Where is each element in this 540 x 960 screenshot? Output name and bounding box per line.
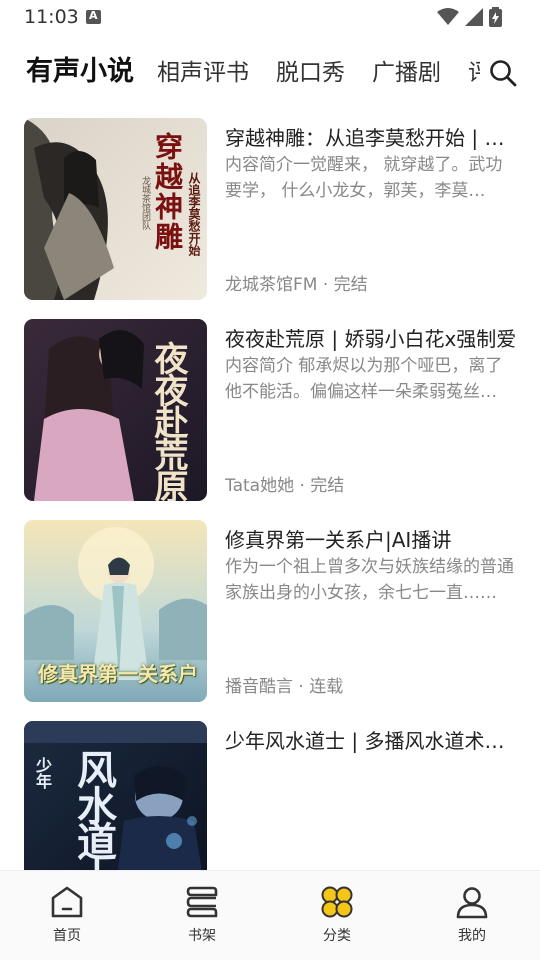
bookshelf-icon bbox=[186, 886, 218, 918]
book-description: 作为一个祖上曾多次与妖族结缘的普通家族出身的小女孩，余七七一直…… bbox=[225, 557, 514, 603]
book-cover[interactable]: 修真界第一关系户 bbox=[24, 520, 207, 702]
status-bar: 11:03 bbox=[0, 0, 540, 34]
list-item[interactable]: 修真界第一关系户 修真界第一关系户|AI播讲 作为一个祖上曾多次与妖族结缘的普通… bbox=[0, 520, 540, 704]
tab-crosstalk[interactable]: 相声评书 bbox=[157, 53, 249, 93]
battery-icon bbox=[489, 7, 502, 27]
book-meta: 龙城茶馆FM · 完结 bbox=[225, 275, 368, 295]
nav-profile[interactable]: 我的 bbox=[427, 885, 517, 949]
book-description: 内容简介一觉醒来， 就穿越了。武功要学， 什么小龙女，郭芙，李莫愁…… bbox=[225, 155, 503, 201]
notification-icon bbox=[86, 9, 101, 24]
cover-subtitle: 从追李莫愁开始 bbox=[187, 172, 201, 256]
search-icon[interactable] bbox=[488, 58, 518, 88]
profile-icon bbox=[456, 887, 488, 919]
cover-side-text: 龙城茶馆团队 bbox=[140, 176, 150, 230]
nav-bookshelf-label: 书架 bbox=[188, 928, 216, 944]
category-icon bbox=[321, 886, 353, 918]
category-tabs: 有声小说 相声评书 脱口秀 广播剧 评 bbox=[0, 52, 540, 96]
book-meta: 播音酷言 · 连载 bbox=[225, 677, 344, 697]
book-title[interactable]: 穿越神雕：从追李莫愁开始 | 龙城茶馆团队 bbox=[225, 122, 517, 151]
nav-home-label: 首页 bbox=[53, 928, 81, 944]
status-icons bbox=[437, 7, 502, 27]
book-cover[interactable]: 夜夜赴荒原 bbox=[24, 319, 207, 501]
home-icon bbox=[51, 886, 83, 918]
book-description: 内容简介 郁承烬以为那个哑巴，离了他不能活。偏偏这样一朵柔弱菟丝花…… bbox=[225, 356, 503, 402]
book-title[interactable]: 夜夜赴荒原 | 娇弱小白花x强制爱 bbox=[225, 323, 517, 352]
list-item[interactable]: 风水道士 少年 少年风水道士 | 多播风水道术小说 bbox=[0, 721, 540, 870]
tab-talk-show[interactable]: 脱口秀 bbox=[276, 53, 345, 93]
tab-audio-novel[interactable]: 有声小说 bbox=[26, 52, 134, 92]
book-meta: Tata她她 · 完结 bbox=[225, 476, 345, 496]
nav-profile-label: 我的 bbox=[458, 928, 486, 944]
wifi-icon bbox=[437, 8, 459, 25]
cover-side-text: 少年 bbox=[33, 757, 52, 789]
book-list: 穿越神雕 从追李莫愁开始 龙城茶馆团队 穿越神雕：从追李莫愁开始 | 龙城茶馆团… bbox=[0, 118, 540, 870]
nav-bookshelf[interactable]: 书架 bbox=[157, 885, 247, 949]
signal-icon bbox=[465, 8, 483, 26]
cover-title: 夜夜赴荒原 bbox=[148, 341, 188, 501]
cover-title: 风水道士 bbox=[70, 749, 117, 870]
nav-category[interactable]: 分类 bbox=[292, 885, 382, 949]
book-description bbox=[225, 755, 517, 807]
nav-home[interactable]: 首页 bbox=[22, 885, 112, 949]
list-item[interactable]: 夜夜赴荒原 夜夜赴荒原 | 娇弱小白花x强制爱 内容简介 郁承烬以为那个哑巴，离… bbox=[0, 319, 540, 503]
book-cover[interactable]: 风水道士 少年 bbox=[24, 721, 207, 870]
nav-category-label: 分类 bbox=[323, 928, 351, 944]
book-cover[interactable]: 穿越神雕 从追李莫愁开始 龙城茶馆团队 bbox=[24, 118, 207, 300]
book-title[interactable]: 少年风水道士 | 多播风水道术小说 bbox=[225, 725, 517, 754]
bottom-nav: 首页 书架 分类 我的 bbox=[0, 870, 540, 960]
tab-partial[interactable]: 评 bbox=[468, 53, 480, 93]
cover-title: 穿越神雕 bbox=[151, 132, 184, 252]
cover-title: 修真界第一关系户 bbox=[38, 662, 198, 686]
status-time: 11:03 bbox=[24, 6, 79, 28]
book-title[interactable]: 修真界第一关系户|AI播讲 bbox=[225, 524, 517, 553]
tab-radio-drama[interactable]: 广播剧 bbox=[372, 53, 441, 93]
list-item[interactable]: 穿越神雕 从追李莫愁开始 龙城茶馆团队 穿越神雕：从追李莫愁开始 | 龙城茶馆团… bbox=[0, 118, 540, 302]
